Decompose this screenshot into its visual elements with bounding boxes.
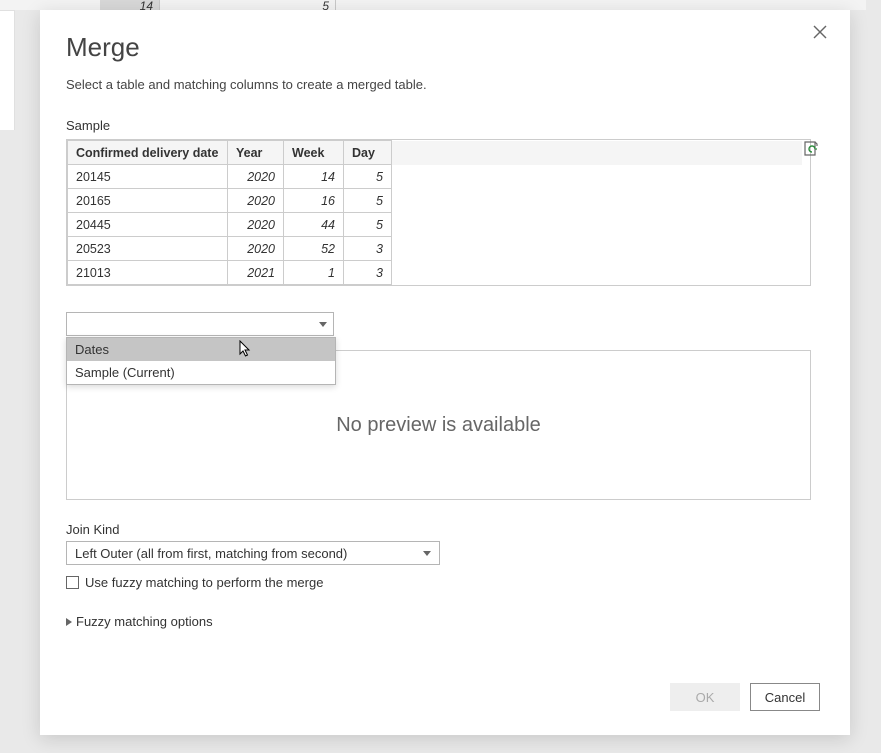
table2-dropdown: Dates Sample (Current)	[66, 337, 336, 385]
fuzzy-options-expander[interactable]: Fuzzy matching options	[66, 614, 824, 629]
cell-week: 14	[284, 165, 344, 189]
cell-day: 3	[344, 237, 392, 261]
table-row[interactable]: 20165 2020 16 5	[68, 189, 802, 213]
chevron-down-icon	[423, 551, 431, 556]
cell-cdd: 20523	[68, 237, 228, 261]
cell-day: 5	[344, 189, 392, 213]
cell-year: 2020	[228, 237, 284, 261]
col-header-day[interactable]: Day	[344, 141, 392, 165]
col-header-cdd[interactable]: Confirmed delivery date	[68, 141, 228, 165]
cell-week: 1	[284, 261, 344, 285]
merge-dialog: Merge Select a table and matching column…	[40, 10, 850, 735]
table1-preview: Confirmed delivery date Year Week Day 20…	[66, 139, 811, 286]
option-label: Dates	[75, 342, 109, 357]
close-icon	[812, 24, 828, 40]
fuzzy-matching-row: Use fuzzy matching to perform the merge	[66, 575, 824, 590]
dialog-description: Select a table and matching columns to c…	[66, 77, 824, 92]
ok-button: OK	[670, 683, 740, 711]
cell-cdd: 20145	[68, 165, 228, 189]
cell-day: 3	[344, 261, 392, 285]
cell-year: 2020	[228, 213, 284, 237]
table2-option-dates[interactable]: Dates	[67, 338, 335, 361]
table-row[interactable]: 20445 2020 44 5	[68, 213, 802, 237]
refresh-icon	[802, 140, 820, 158]
cell-year: 2020	[228, 165, 284, 189]
join-kind-select[interactable]: Left Outer (all from first, matching fro…	[66, 541, 440, 565]
cell-week: 44	[284, 213, 344, 237]
cell-cdd: 20165	[68, 189, 228, 213]
cancel-button[interactable]: Cancel	[750, 683, 820, 711]
fuzzy-matching-label: Use fuzzy matching to perform the merge	[85, 575, 323, 590]
join-kind-value: Left Outer (all from first, matching fro…	[75, 546, 347, 561]
cell-year: 2021	[228, 261, 284, 285]
cell-day: 5	[344, 213, 392, 237]
preview-message: No preview is available	[336, 414, 541, 437]
dialog-title: Merge	[66, 32, 824, 63]
table1-label: Sample	[66, 118, 824, 133]
cancel-label: Cancel	[765, 690, 805, 705]
cell-cdd: 21013	[68, 261, 228, 285]
table1-grid[interactable]: Confirmed delivery date Year Week Day 20…	[67, 140, 802, 285]
table2-option-sample-current[interactable]: Sample (Current)	[67, 361, 335, 384]
close-button[interactable]	[812, 24, 832, 44]
cell-year: 2020	[228, 189, 284, 213]
ok-label: OK	[696, 690, 715, 705]
cell-week: 16	[284, 189, 344, 213]
cell-week: 52	[284, 237, 344, 261]
cell-cdd: 20445	[68, 213, 228, 237]
cell-day: 5	[344, 165, 392, 189]
col-header-week[interactable]: Week	[284, 141, 344, 165]
table-row[interactable]: 21013 2021 1 3	[68, 261, 802, 285]
fuzzy-matching-checkbox[interactable]	[66, 576, 79, 589]
chevron-down-icon	[319, 322, 327, 327]
refresh-preview-button[interactable]	[802, 140, 820, 158]
option-label: Sample (Current)	[75, 365, 175, 380]
cursor-icon	[239, 340, 253, 358]
table2-select[interactable]: Dates Sample (Current)	[66, 312, 334, 336]
join-kind-label: Join Kind	[66, 522, 824, 537]
dialog-buttons: OK Cancel	[670, 683, 820, 711]
table-row[interactable]: 20145 2020 14 5	[68, 165, 802, 189]
fuzzy-options-label: Fuzzy matching options	[76, 614, 213, 629]
bg-left-strip	[0, 10, 15, 130]
triangle-right-icon	[66, 618, 72, 626]
table-row[interactable]: 20523 2020 52 3	[68, 237, 802, 261]
bg-cell-week: 14	[100, 0, 160, 10]
bg-cell-day: 5	[160, 0, 336, 10]
col-header-year[interactable]: Year	[228, 141, 284, 165]
